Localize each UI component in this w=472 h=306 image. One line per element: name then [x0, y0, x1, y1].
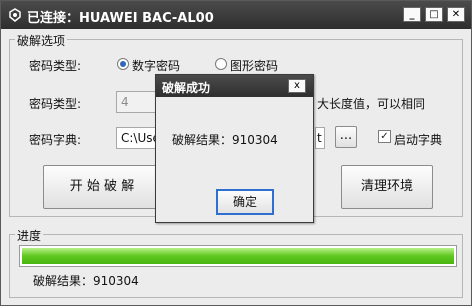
dict-label: 密码字典:: [29, 133, 82, 147]
success-dialog: 破解成功 x 破解结果：910304 确定: [155, 74, 314, 223]
progress-fill: [22, 248, 454, 264]
options-group-title: 破解选项: [15, 32, 68, 49]
length-hint: 大长度值，可以相同: [317, 97, 426, 111]
radio-numeric[interactable]: [117, 58, 129, 70]
password-type-label: 密码类型:: [29, 59, 82, 73]
length-field[interactable]: 4: [116, 91, 156, 113]
dialog-title: 破解成功: [162, 81, 211, 95]
radio-graphic-label[interactable]: 图形密码: [230, 57, 278, 74]
window-title: 已连接：HUAWEI BAC-AL00: [27, 11, 214, 26]
enable-dict-label[interactable]: 启动字典: [394, 131, 442, 148]
maximize-icon[interactable]: □: [425, 7, 443, 22]
close-icon[interactable]: ✕: [447, 7, 465, 22]
progress-bar: [19, 245, 457, 267]
result-text: 破解结果：910304: [33, 274, 139, 288]
enable-dict-checkbox[interactable]: ✓: [378, 130, 391, 143]
clear-button[interactable]: 清理环境: [341, 165, 433, 209]
minimize-icon[interactable]: _: [403, 7, 421, 22]
start-button[interactable]: 开 始 破 解: [43, 165, 161, 209]
app-icon: [9, 8, 21, 22]
dialog-title-bar: 破解成功 x: [156, 75, 313, 97]
dialog-ok-button[interactable]: 确定: [216, 189, 274, 215]
dialog-close-icon[interactable]: x: [288, 79, 306, 93]
radio-graphic[interactable]: [215, 58, 227, 70]
dialog-message: 破解结果：910304: [172, 133, 278, 147]
length-label: 密码类型:: [29, 97, 82, 111]
radio-numeric-label[interactable]: 数字密码: [132, 57, 180, 74]
dict-path-field-tail[interactable]: t: [315, 127, 325, 149]
progress-group-title: 进度: [15, 227, 44, 244]
browse-button[interactable]: ...: [335, 126, 357, 148]
dict-path-field[interactable]: C:\Users: [116, 127, 156, 149]
title-bar: 已连接：HUAWEI BAC-AL00 _ □ ✕: [1, 1, 471, 29]
